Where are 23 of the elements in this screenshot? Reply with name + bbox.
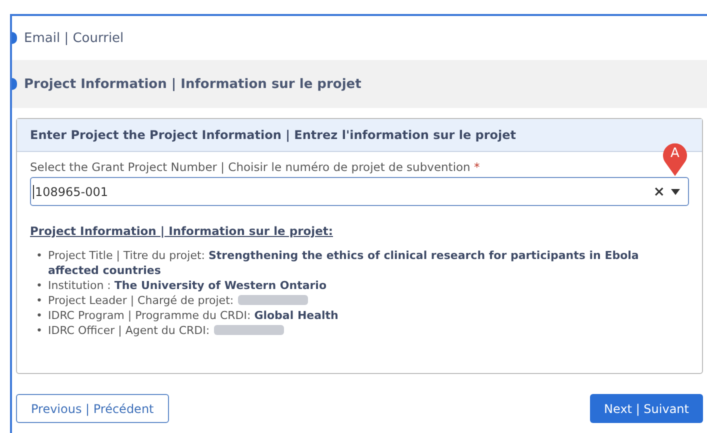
bullet: • [36,293,44,308]
info-item: Institution : The University of Western Ontario [48,278,327,293]
info-heading: Project Information | Information sur le projet: [30,224,334,238]
next-button[interactable]: Next | Suivant [590,394,703,423]
info-item: IDRC Program | Programme du CRDI: Global Health [48,308,338,323]
bullet: • [36,248,44,263]
bullet: • [36,308,44,323]
step-label: Project Information | Information sur le projet [24,76,362,92]
blurred-text [238,295,308,305]
step-marker [12,78,17,90]
blurred-text [214,325,284,335]
info-item: Project Title | Titre du projet: Strengthening the ethics of clinical research for participants in Ebola affected countries [48,248,640,278]
step-marker [12,32,17,44]
previous-button[interactable]: Previous | Précédent [16,394,169,423]
bullet: • [36,278,44,293]
step-label: Email | Courriel [24,30,124,46]
step-row[interactable]: Project Information | Information sur le projet [12,60,707,108]
field-label: Select the Grant Project Number | Choisir le numéro de projet de subvention * [30,160,481,174]
bullet: • [36,323,44,338]
info-item: IDRC Officer | Agent du CRDI: [48,323,210,338]
clear-icon[interactable]: × [653,184,665,200]
caret-icon[interactable] [671,188,680,194]
info-item: Project Leader | Chargé de projet: [48,293,234,308]
